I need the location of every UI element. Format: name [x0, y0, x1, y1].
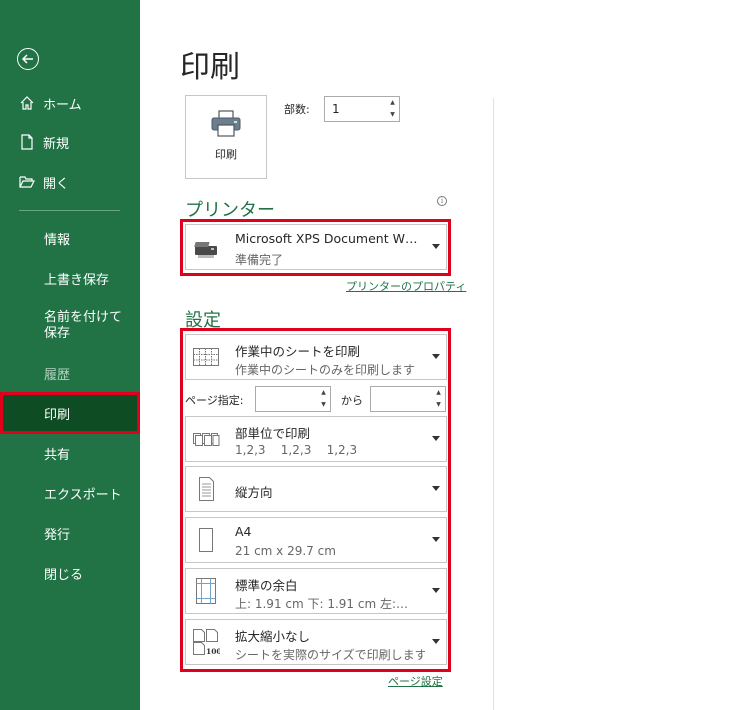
nav-save-as[interactable]: 名前を付けて保存: [0, 306, 140, 352]
copies-value: 1: [332, 102, 340, 116]
nav-share-label: 共有: [44, 447, 71, 463]
copies-spin-arrows[interactable]: ▲ ▼: [386, 97, 399, 121]
print-button-label: 印刷: [215, 148, 237, 161]
back-arrow-icon[interactable]: [17, 48, 39, 70]
pages-to-stepper[interactable]: ▲ ▼: [370, 386, 446, 412]
scaling-icon: 100: [193, 629, 220, 656]
chevron-down-icon: [432, 639, 440, 644]
nav-share[interactable]: 共有: [0, 433, 140, 473]
pages-from-spin-arrows[interactable]: ▲ ▼: [317, 387, 330, 411]
page-setup-link[interactable]: ページ設定: [388, 673, 443, 689]
chevron-down-icon: [432, 436, 440, 441]
collated-pages-icon: [193, 433, 220, 446]
spin-up-icon[interactable]: ▲: [321, 390, 326, 396]
spin-down-icon[interactable]: ▼: [321, 402, 326, 408]
spin-up-icon[interactable]: ▲: [390, 100, 395, 106]
nav-export[interactable]: エクスポート: [0, 473, 140, 513]
print-backstage: ホーム 新規 開く 情報 上書き保存 名前を付けて保存 履歴 印刷 共有 エクス…: [0, 0, 750, 710]
nav-save-label: 上書き保存: [44, 272, 110, 288]
nav-home-label: ホーム: [43, 97, 82, 113]
backstage-sidebar: ホーム 新規 開く 情報 上書き保存 名前を付けて保存 履歴 印刷 共有 エクス…: [0, 0, 140, 710]
pages-from-stepper[interactable]: ▲ ▼: [255, 386, 331, 412]
print-panel: 印刷 印刷 部数: 1 ▲ ▼ プリンター i Microsoft XPS Do…: [140, 0, 750, 710]
printer-icon: [211, 110, 241, 137]
nav-print-label: 印刷: [44, 407, 71, 423]
info-icon[interactable]: i: [437, 196, 447, 206]
margins-dropdown[interactable]: 標準の余白 上: 1.91 cm 下: 1.91 cm 左:…: [185, 568, 447, 614]
nav-info[interactable]: 情報: [0, 218, 140, 258]
print-what-desc: 作業中のシートのみを印刷します: [235, 363, 416, 377]
scaling-dropdown[interactable]: 100 拡大縮小なし シートを実際のサイズで印刷します: [185, 619, 447, 665]
printer-properties-link[interactable]: プリンターのプロパティ: [346, 278, 466, 294]
nav-open-label: 開く: [43, 176, 70, 192]
nav-info-label: 情報: [44, 232, 71, 248]
scaling-title: 拡大縮小なし: [235, 629, 311, 644]
new-document-icon: [21, 134, 33, 150]
portrait-page-icon: [199, 477, 214, 501]
copies-stepper[interactable]: 1 ▲ ▼: [324, 96, 400, 122]
orientation-title: 縦方向: [235, 485, 273, 500]
copies-label: 部数:: [284, 103, 310, 116]
paper-size-icon: [199, 528, 213, 552]
printer-dropdown[interactable]: Microsoft XPS Document W… 準備完了: [185, 224, 447, 270]
nav-close-label: 閉じる: [44, 567, 84, 583]
chevron-down-icon: [432, 244, 440, 249]
spin-down-icon[interactable]: ▼: [436, 402, 441, 408]
chevron-down-icon: [432, 537, 440, 542]
sheet-grid-icon: [193, 348, 219, 366]
chevron-down-icon: [432, 588, 440, 593]
print-button[interactable]: 印刷: [185, 95, 267, 179]
paper-size-title: A4: [235, 524, 252, 539]
nav-home[interactable]: ホーム: [0, 83, 140, 123]
nav-close[interactable]: 閉じる: [0, 553, 140, 593]
spin-down-icon[interactable]: ▼: [390, 112, 395, 118]
home-icon: [20, 96, 34, 110]
nav-publish[interactable]: 発行: [0, 513, 140, 553]
preview-divider: [493, 98, 494, 710]
collate-title: 部単位で印刷: [235, 426, 311, 441]
scaling-desc: シートを実際のサイズで印刷します: [235, 648, 425, 662]
pages-label: ページ指定:: [185, 394, 244, 407]
collate-dropdown[interactable]: 部単位で印刷 1,2,3 1,2,3 1,2,3: [185, 416, 447, 462]
margins-title: 標準の余白: [235, 578, 298, 593]
nav-save-as-label: 名前を付けて保存: [44, 310, 123, 341]
pages-to-spin-arrows[interactable]: ▲ ▼: [432, 387, 445, 411]
svg-text:100: 100: [206, 647, 220, 656]
margins-icon: [196, 578, 216, 604]
nav-history: 履歴: [0, 353, 140, 393]
printer-name: Microsoft XPS Document W…: [235, 231, 418, 246]
chevron-down-icon: [432, 486, 440, 491]
page-title: 印刷: [180, 50, 240, 85]
nav-export-label: エクスポート: [44, 487, 122, 503]
nav-history-label: 履歴: [44, 367, 71, 383]
printer-status: 準備完了: [235, 253, 284, 267]
nav-new[interactable]: 新規: [0, 122, 140, 162]
collate-desc: 1,2,3 1,2,3 1,2,3: [235, 443, 358, 457]
open-folder-icon: [19, 176, 35, 188]
margins-desc: 上: 1.91 cm 下: 1.91 cm 左:…: [235, 597, 409, 611]
paper-size-dropdown[interactable]: A4 21 cm x 29.7 cm: [185, 517, 447, 563]
print-what-dropdown[interactable]: 作業中のシートを印刷 作業中のシートのみを印刷します: [185, 334, 447, 380]
nav-save[interactable]: 上書き保存: [0, 258, 140, 298]
chevron-down-icon: [432, 354, 440, 359]
sidebar-divider: [19, 210, 120, 211]
print-what-title: 作業中のシートを印刷: [235, 344, 361, 359]
printer-device-icon: [194, 242, 217, 258]
nav-print[interactable]: 印刷: [0, 392, 140, 434]
paper-size-desc: 21 cm x 29.7 cm: [235, 544, 336, 558]
nav-new-label: 新規: [43, 136, 70, 152]
spin-up-icon[interactable]: ▲: [436, 390, 441, 396]
pages-to-label: から: [341, 394, 363, 407]
nav-publish-label: 発行: [44, 527, 71, 543]
nav-open[interactable]: 開く: [0, 162, 140, 202]
orientation-dropdown[interactable]: 縦方向: [185, 466, 447, 512]
